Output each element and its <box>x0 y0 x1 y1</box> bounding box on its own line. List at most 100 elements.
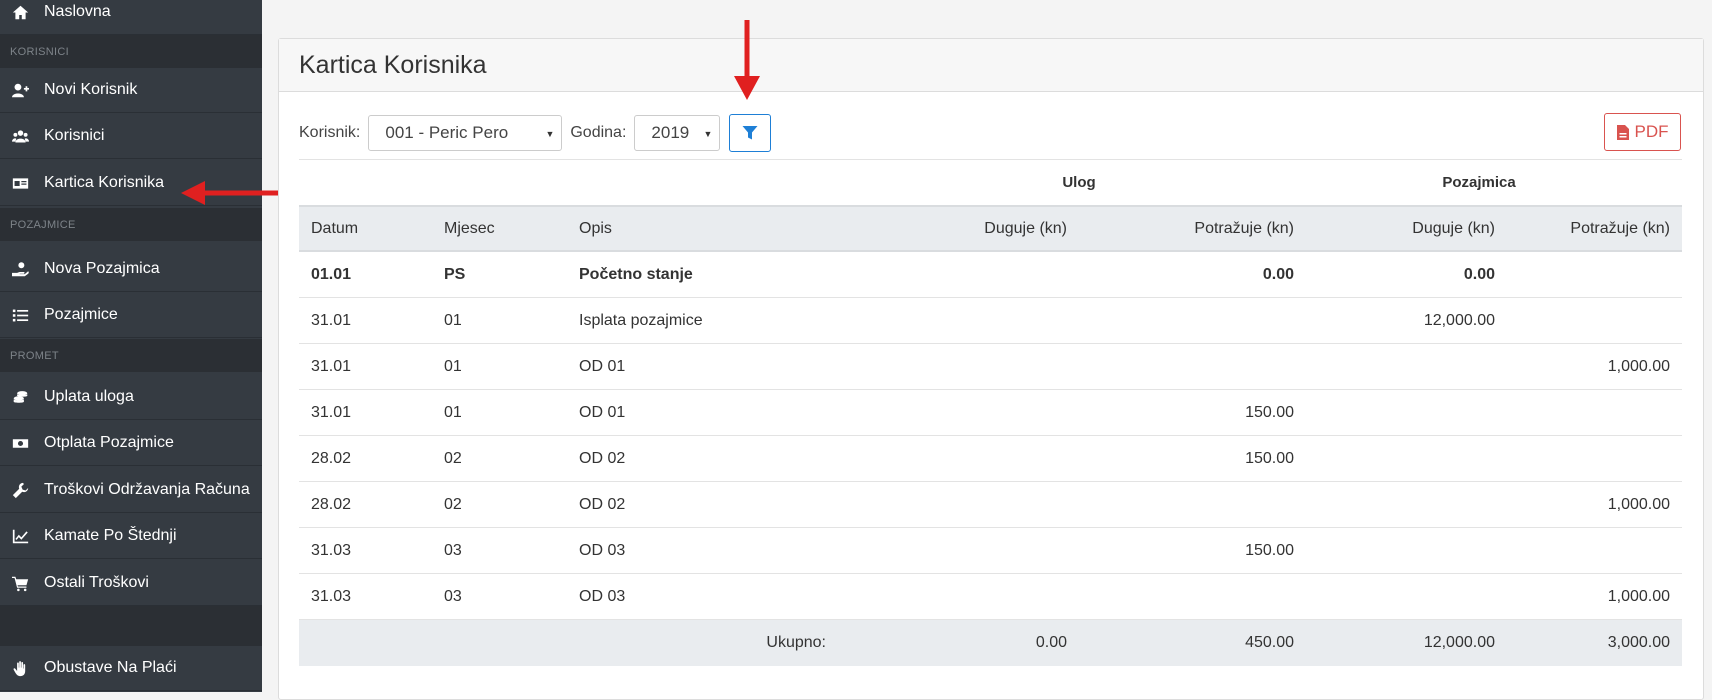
file-pdf-icon <box>1616 124 1629 140</box>
cell-datum: 28.02 <box>311 495 352 513</box>
cell-pozajmica-potrazuje: 1,000.00 <box>1607 587 1670 605</box>
year-select-value: 2019 <box>651 123 690 142</box>
card-header: Kartica Korisnika <box>279 39 1703 92</box>
sidebar-section-pozajmice: POZAJMICE <box>0 208 262 241</box>
caret-down-icon: ▼ <box>545 129 555 139</box>
sidebar-item-label: Otplata Pozajmice <box>44 434 174 451</box>
cart-icon <box>10 573 30 593</box>
sidebar-item-korisnici[interactable]: Korisnici <box>0 114 262 159</box>
cell-pozajmica-duguje <box>1299 390 1495 435</box>
group-header-ulog: Ulog <box>1062 174 1096 191</box>
cell-mjesec: 03 <box>444 541 462 559</box>
sidebar-item-label: Ostali Troškovi <box>44 574 149 591</box>
user-card-panel: Kartica Korisnika Korisnik: 001 - Peric … <box>278 38 1704 700</box>
column-header-ulog-potrazuje: Potražuje (kn) <box>1194 219 1294 237</box>
cell-ulog-potrazuje <box>1079 482 1294 527</box>
sidebar-item-novi-korisnik[interactable]: Novi Korisnik <box>0 68 262 113</box>
cell-pozajmica-potrazuje <box>1509 528 1670 573</box>
cell-mjesec: 01 <box>444 403 462 421</box>
caret-down-icon: ▼ <box>703 129 713 139</box>
cell-opis: Isplata pozajmice <box>579 311 703 329</box>
column-header-pozajmica-duguje: Duguje (kn) <box>1412 219 1495 237</box>
sidebar-item-label: Pozajmice <box>44 306 118 323</box>
year-select[interactable]: 2019 ▼ <box>634 115 721 151</box>
table-row: 31.03 03 OD 03 1,000.00 <box>299 574 1682 620</box>
sidebar-item-label: Korisnici <box>44 127 105 144</box>
cell-ulog-duguje <box>859 528 1067 573</box>
list-icon <box>10 305 30 325</box>
user-ledger-table: Ulog Pozajmica Datum Mjesec Opis Duguje … <box>299 159 1682 666</box>
cell-opis: OD 03 <box>579 587 626 605</box>
column-header-opis: Opis <box>579 219 612 237</box>
total-pozajmica-duguje: 12,000.00 <box>1423 634 1495 651</box>
user-select[interactable]: 001 - Peric Pero ▼ <box>368 115 563 151</box>
table-row: 31.01 01 Isplata pozajmice 12,000.00 <box>299 298 1682 344</box>
sidebar-item-ostali-troskovi[interactable]: Ostali Troškovi <box>0 561 262 606</box>
total-ulog-potrazuje: 450.00 <box>1245 634 1294 651</box>
table-row: 28.02 02 OD 02 150.00 <box>299 436 1682 482</box>
cell-opis: OD 03 <box>579 541 626 559</box>
sidebar-item-label: Kartica Korisnika <box>44 174 165 191</box>
cell-ulog-duguje <box>859 298 1067 343</box>
column-header-datum: Datum <box>311 219 359 237</box>
table-row: 28.02 02 OD 02 1,000.00 <box>299 482 1682 528</box>
cell-pozajmica-duguje <box>1299 344 1495 389</box>
cell-pozajmica-duguje: 0.00 <box>1463 265 1495 283</box>
table-row: 31.01 01 OD 01 1,000.00 <box>299 344 1682 390</box>
column-header-ulog-duguje: Duguje (kn) <box>984 219 1067 237</box>
home-icon <box>10 2 30 22</box>
cell-ulog-duguje <box>859 390 1067 435</box>
sidebar-item-kamate-po-stednji[interactable]: Kamate Po Štednji <box>0 514 262 559</box>
cell-pozajmica-potrazuje: 1,000.00 <box>1607 495 1670 513</box>
sidebar: Naslovna KORISNICI Novi Korisnik Korisni… <box>0 0 262 692</box>
sidebar-item-troskovi-odrzavanja[interactable]: Troškovi Održavanja Računa <box>0 468 262 513</box>
wrench-icon <box>10 480 30 500</box>
column-header-mjesec: Mjesec <box>444 219 495 237</box>
sidebar-item-uplata-uloga[interactable]: Uplata uloga <box>0 375 262 420</box>
sidebar-item-label: Nova Pozajmica <box>44 260 160 277</box>
cell-ulog-potrazuje <box>1079 344 1294 389</box>
cell-pozajmica-potrazuje <box>1509 436 1670 481</box>
table-group-header-row: Ulog Pozajmica <box>299 159 1682 205</box>
total-ulog-duguje: 0.00 <box>1035 634 1067 651</box>
sidebar-item-obustave-na-placi[interactable]: Obustave Na Plaći <box>0 646 262 691</box>
sidebar-item-pozajmice[interactable]: Pozajmice <box>0 293 262 338</box>
group-header-pozajmica: Pozajmica <box>1442 174 1516 191</box>
sidebar-item-otplata-pozajmice[interactable]: Otplata Pozajmice <box>0 421 262 466</box>
cell-ulog-potrazuje: 150.00 <box>1245 541 1294 559</box>
cell-opis: Početno stanje <box>579 265 693 283</box>
filter-button[interactable] <box>729 114 772 152</box>
coins-icon <box>10 387 30 407</box>
cell-datum: 31.01 <box>311 311 352 329</box>
sidebar-item-label: Naslovna <box>44 3 111 20</box>
cell-datum: 31.01 <box>311 357 352 375</box>
filter-bar: Korisnik: 001 - Peric Pero ▼ Godina: 201… <box>299 113 772 153</box>
cell-opis: OD 02 <box>579 495 626 513</box>
pdf-export-button[interactable]: PDF <box>1604 113 1681 151</box>
cell-ulog-potrazuje: 150.00 <box>1245 449 1294 467</box>
cell-ulog-potrazuje: 150.00 <box>1245 403 1294 421</box>
cell-ulog-duguje <box>859 252 1067 297</box>
cell-pozajmica-duguje <box>1299 436 1495 481</box>
sidebar-item-nova-pozajmica[interactable]: Nova Pozajmica <box>0 247 262 292</box>
sidebar-item-naslovna[interactable]: Naslovna <box>0 0 262 35</box>
cell-ulog-duguje <box>859 436 1067 481</box>
cell-pozajmica-duguje <box>1299 482 1495 527</box>
table-row: 01.01 PS Početno stanje 0.00 0.00 <box>299 252 1682 298</box>
cell-ulog-potrazuje: 0.00 <box>1262 265 1294 283</box>
id-card-icon <box>10 173 30 193</box>
table-row: 31.03 03 OD 03 150.00 <box>299 528 1682 574</box>
table-total-row: Ukupno: 0.00 450.00 12,000.00 3,000.00 <box>299 620 1682 666</box>
cell-pozajmica-potrazuje <box>1509 298 1670 343</box>
cell-pozajmica-duguje: 12,000.00 <box>1423 311 1495 329</box>
year-select-label: Godina: <box>570 124 627 141</box>
cell-mjesec: 01 <box>444 357 462 375</box>
cell-pozajmica-duguje <box>1299 528 1495 573</box>
cell-opis: OD 01 <box>579 403 626 421</box>
cell-ulog-potrazuje <box>1079 298 1294 343</box>
hand-icon <box>10 658 30 678</box>
cell-mjesec: 01 <box>444 311 462 329</box>
sidebar-section-korisnici: KORISNICI <box>0 35 262 68</box>
cell-ulog-potrazuje <box>1079 574 1294 619</box>
sidebar-item-label: Uplata uloga <box>44 388 134 405</box>
